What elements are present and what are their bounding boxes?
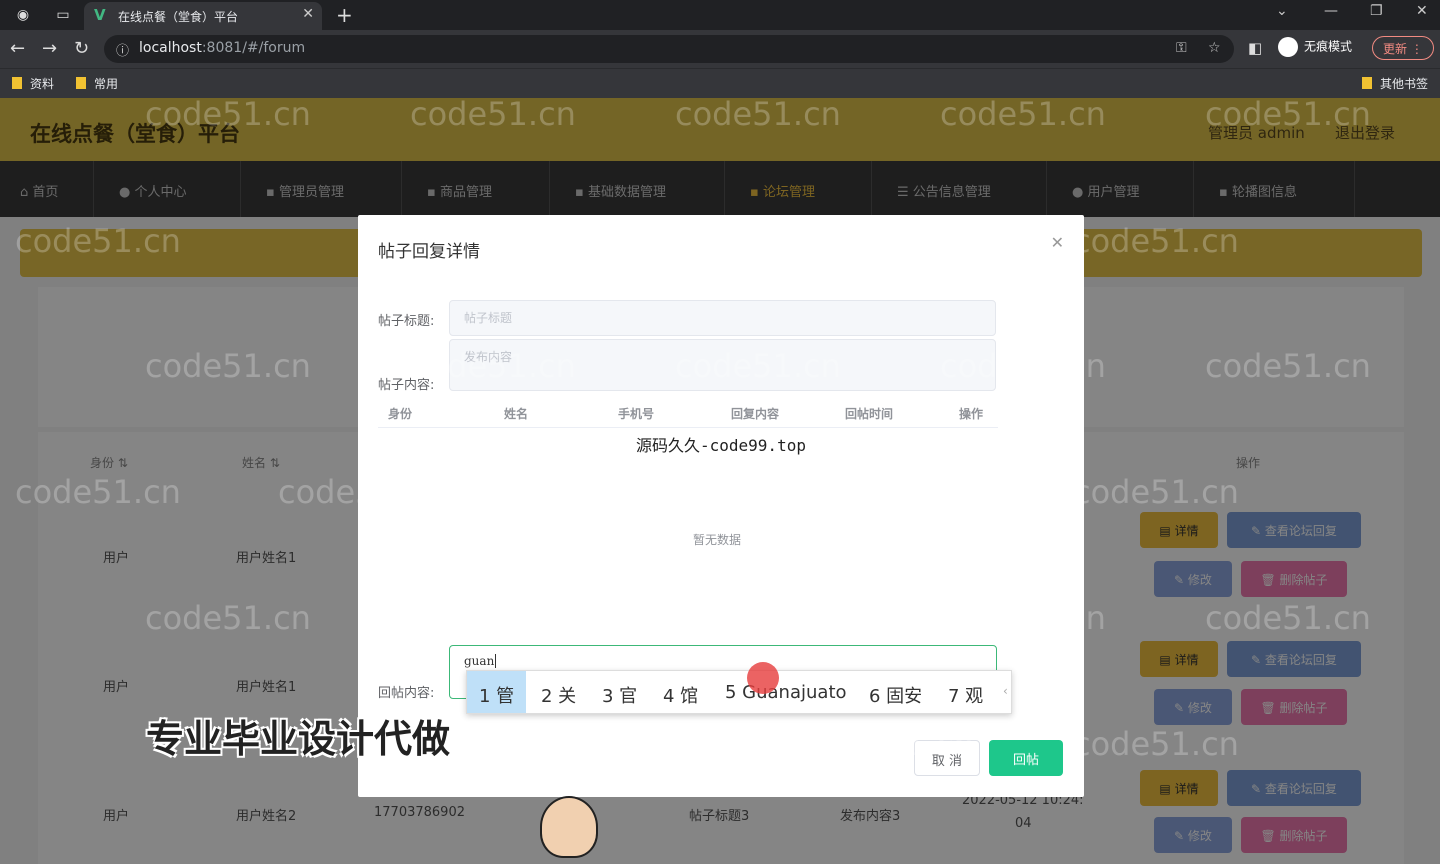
ime-candidate[interactable]: 1 管 <box>467 671 527 713</box>
minimize-icon[interactable]: — <box>1324 3 1338 19</box>
ime-candidate-bar: 1 管 2 关 3 官 4 馆 5 Guanajuato 6 固安 7 观 ‹ <box>466 670 1012 714</box>
bookmark-folder[interactable]: 常用 <box>76 75 118 92</box>
star-icon[interactable]: ☆ <box>1208 40 1221 56</box>
update-button[interactable]: 更新 ⋮ <box>1372 36 1434 60</box>
chevron-left-icon[interactable]: ‹ <box>1003 684 1008 698</box>
post-content-label: 帖子内容: <box>378 378 435 393</box>
sidebar-icon[interactable]: ◧ <box>1248 39 1262 57</box>
bookmarks-bar: 资料 常用 其他书签 <box>0 68 1440 98</box>
info-icon[interactable]: ⓘ <box>116 40 129 59</box>
reply-column-actions: 操作 <box>959 407 984 421</box>
close-tab-icon[interactable]: ✕ <box>302 6 314 22</box>
address-bar: ← → ↻ ⓘ localhost:8081/#/forum ⚿ ☆ ◧ <box>0 30 1440 68</box>
other-bookmarks[interactable]: 其他书签 <box>1362 75 1428 92</box>
tab-title: 在线点餐（堂食）平台 <box>118 10 239 24</box>
reply-column-content: 回复内容 <box>731 407 780 421</box>
forward-icon[interactable]: → <box>42 38 57 59</box>
ime-candidate[interactable]: 4 馆 <box>663 682 698 708</box>
reply-column-phone: 手机号 <box>618 407 655 421</box>
post-title-label: 帖子标题: <box>378 314 435 329</box>
ime-candidate[interactable]: 2 关 <box>541 682 576 708</box>
bookmark-folder[interactable]: 资料 <box>12 75 54 92</box>
globe-icon[interactable]: ◉ <box>14 6 32 24</box>
divider <box>378 427 998 428</box>
mascot-image <box>540 796 598 858</box>
ime-candidate[interactable]: 3 官 <box>602 682 637 708</box>
restore-icon[interactable]: ❐ <box>1370 3 1383 19</box>
incognito-label[interactable]: 无痕模式 <box>1278 37 1352 57</box>
vue-logo-icon: V <box>94 6 106 24</box>
empty-text: 暂无数据 <box>693 533 742 547</box>
close-window-icon[interactable]: ✕ <box>1416 3 1428 19</box>
reply-submit-button[interactable]: 回帖 <box>989 740 1063 776</box>
new-tab-icon[interactable]: + <box>336 3 353 27</box>
reload-icon[interactable]: ↻ <box>74 38 89 59</box>
ime-candidate[interactable]: 5 Guanajuato <box>725 682 847 703</box>
reply-content-label: 回帖内容: <box>378 686 435 701</box>
key-icon[interactable]: ⚿ <box>1176 40 1187 56</box>
browser-tab-strip: ◉ ▭ V 在线点餐（堂食）平台 ✕ + ⌄ — ❐ ✕ <box>0 0 1440 30</box>
url-field[interactable]: ⓘ localhost:8081/#/forum ⚿ ☆ <box>104 35 1234 63</box>
promo-text: 专业毕业设计代做 <box>146 717 451 761</box>
reply-column-time: 回帖时间 <box>845 407 894 421</box>
dialog-title: 帖子回复详情 <box>378 242 480 262</box>
ime-candidate[interactable]: 6 固安 <box>869 682 922 708</box>
post-content-field[interactable]: 发布内容 <box>449 339 996 391</box>
caption-text: 源码久久-code99.top <box>636 436 806 455</box>
click-indicator <box>747 662 779 694</box>
back-icon[interactable]: ← <box>10 38 25 59</box>
chevron-down-icon[interactable]: ⌄ <box>1276 3 1288 19</box>
reply-column-name: 姓名 <box>504 407 529 421</box>
url-text: localhost:8081/#/forum <box>139 40 306 56</box>
cancel-button[interactable]: 取 消 <box>914 740 980 776</box>
tab-search-icon[interactable]: ▭ <box>54 6 72 24</box>
browser-tab[interactable]: V 在线点餐（堂食）平台 ✕ <box>84 2 322 30</box>
post-title-field[interactable]: 帖子标题 <box>449 300 996 336</box>
close-icon[interactable]: ✕ <box>1051 233 1064 252</box>
reply-column-role: 身份 <box>388 407 413 421</box>
ime-candidate[interactable]: 7 观 <box>948 682 983 708</box>
incognito-icon <box>1278 37 1298 57</box>
